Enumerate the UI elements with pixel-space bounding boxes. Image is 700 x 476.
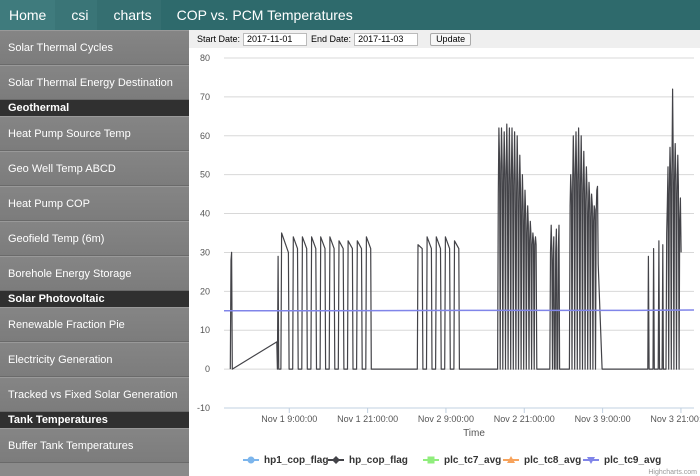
- y-tick-label: 40: [200, 209, 210, 219]
- y-tick-label: -10: [197, 403, 210, 413]
- start-date-label: Start Date:: [197, 34, 241, 44]
- series-line-plc-tc9-avg: [224, 309, 695, 312]
- legend-marker-hp1-cop-flag: [247, 456, 255, 464]
- x-tick-label: Nov 2 21:00:00: [494, 414, 555, 424]
- y-tick-label: 10: [200, 325, 210, 335]
- date-range-form: Start Date: End Date: Update: [189, 30, 700, 48]
- sidebar-section-solar-photovoltaic: Solar Photovoltaic: [0, 291, 189, 307]
- end-date-label: End Date:: [311, 34, 352, 44]
- chart-credit: Highcharts.com: [648, 469, 697, 476]
- sidebar-item-borehole-energy-storage[interactable]: Borehole Energy Storage: [0, 256, 189, 291]
- legend-marker-plc-tc7-avg: [427, 456, 435, 464]
- sidebar-item-heat-pump-source-temp[interactable]: Heat Pump Source Temp: [0, 116, 189, 151]
- y-tick-label: 50: [200, 170, 210, 180]
- series-line-hp-cop-flag: [229, 88, 682, 370]
- legend-label-plc-tc7-avg: plc_tc7_avg: [444, 455, 501, 466]
- legend-label-hp-cop-flag: hp_cop_flag: [349, 455, 408, 466]
- sidebar-nav: Solar Thermal Cycles Solar Thermal Energy…: [0, 30, 189, 476]
- x-tick-label: Nov 1 21:00:00: [337, 414, 398, 424]
- x-tick-label: Nov 1 9:00:00: [261, 414, 317, 424]
- start-date-input[interactable]: [243, 32, 308, 46]
- y-tick-label: 0: [205, 364, 210, 374]
- sidebar-item-geo-well-temp-abcd[interactable]: Geo Well Temp ABCD: [0, 151, 189, 186]
- y-tick-label: 70: [200, 92, 210, 102]
- sidebar-item-renewable-fraction-pie[interactable]: Renewable Fraction Pie: [0, 307, 189, 342]
- breadcrumb-csi-link[interactable]: csi: [55, 0, 98, 30]
- sidebar-item-electricity-generation[interactable]: Electricity Generation: [0, 342, 189, 377]
- breadcrumb-home-link[interactable]: Home: [0, 0, 56, 30]
- breadcrumb-charts-link[interactable]: charts: [97, 0, 161, 30]
- x-tick-label: Nov 2 9:00:00: [418, 414, 474, 424]
- y-tick-label: 60: [200, 131, 210, 141]
- update-button[interactable]: Update: [430, 32, 472, 46]
- legend-label-hp1-cop-flag: hp1_cop_flag: [264, 455, 328, 466]
- sidebar-item-solar-thermal-cycles[interactable]: Solar Thermal Cycles: [0, 30, 189, 65]
- sidebar-item-buffer-tank-temperatures[interactable]: Buffer Tank Temperatures: [0, 428, 189, 463]
- legend-marker-hp-cop-flag: [332, 456, 340, 464]
- x-tick-label: Nov 3 21:00:00: [650, 414, 700, 424]
- x-axis-title: Time: [463, 428, 485, 439]
- x-tick-label: Nov 3 9:00:00: [575, 414, 631, 424]
- breadcrumb: Home csi charts COP vs. PCM Temperatures: [0, 0, 700, 30]
- sidebar-section-tank-temperatures: Tank Temperatures: [0, 412, 189, 428]
- cop-vs-pcm-chart: -10 0 10 20 30 40 50 60 70 80 Nov 1 9:00:00 Nov 1 2…: [197, 53, 700, 476]
- legend-label-plc-tc8-avg: plc_tc8_avg: [524, 455, 581, 466]
- end-date-input[interactable]: [354, 32, 419, 46]
- sidebar-section-geothermal: Geothermal: [0, 100, 189, 116]
- y-tick-label: 20: [200, 286, 210, 296]
- sidebar-item-tracked-vs-fixed-solar-generation[interactable]: Tracked vs Fixed Solar Generation: [0, 377, 189, 412]
- sidebar-item-geofield-temp-6m[interactable]: Geofield Temp (6m): [0, 221, 189, 256]
- page-title: COP vs. PCM Temperatures: [160, 0, 362, 30]
- sidebar-item-solar-thermal-energy-destination[interactable]: Solar Thermal Energy Destination: [0, 65, 189, 100]
- sidebar-item-heat-pump-cop[interactable]: Heat Pump COP: [0, 186, 189, 221]
- y-tick-label: 80: [200, 53, 210, 63]
- legend-label-plc-tc9-avg: plc_tc9_avg: [604, 455, 661, 466]
- y-tick-label: 30: [200, 247, 210, 257]
